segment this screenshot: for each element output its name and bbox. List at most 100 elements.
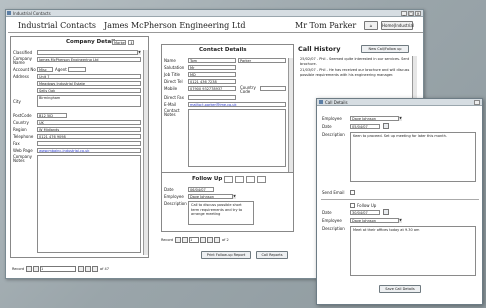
title-bar: Industrial Contacts _ □ × [6,10,423,17]
new-call-button[interactable]: New Call/Follow up [361,45,409,53]
delete-icon[interactable] [257,176,266,183]
fu-date-label: Date [322,210,332,215]
fu-employee-field[interactable]: Dave Johnson [188,194,236,199]
send-email-label: Send Email [322,190,345,195]
chevron-down-icon[interactable]: ▼ [137,50,141,55]
field-label: E-Mail [164,102,177,107]
contact-title: Mr Tom Parker [295,21,357,30]
web-page-field[interactable]: www.mbainc-industrial.co.uk [37,148,141,153]
field-label: Region [13,127,27,132]
follow-up-title: Follow Up [192,176,223,182]
calendar-icon[interactable] [383,123,389,129]
field-label: Telephone [13,134,34,139]
fu-description-field[interactable]: Meet at their offices today at 9.30 am [350,226,476,276]
address2-field[interactable]: Meadows Industrial Estate [37,81,141,86]
fu-date-field[interactable]: 06/04/07 [188,187,214,192]
fu-description-label: Description [322,226,345,231]
country-code-field[interactable] [260,86,286,91]
field-label: Classified [13,50,33,55]
next-record-button[interactable] [200,237,206,243]
date-field[interactable]: 05/04/07 [350,124,380,129]
chevron-down-icon[interactable]: ▼ [398,116,402,121]
fu-description-field[interactable]: Call to discuss possible short term requ… [188,201,254,225]
classified-field[interactable] [37,50,141,55]
address3-field[interactable]: Sells Oak [37,88,141,93]
note-icon[interactable] [235,176,244,183]
fu-description-label: Description [164,201,187,206]
direct-tel-field[interactable]: 0121 436 7238 [188,79,236,84]
follow-up-checkbox[interactable] [350,203,355,208]
close-button[interactable]: × [415,11,421,16]
last-name-field[interactable]: Parker [238,58,286,63]
country-field[interactable]: UK [37,120,141,125]
record-label: Record [12,267,25,271]
record-number-field[interactable]: 1 [40,266,76,272]
record-number-field[interactable]: 1 [189,237,199,243]
direct-fax-field[interactable] [188,95,236,100]
description-field[interactable]: Keen to proceed. Set up meeting for late… [350,132,476,182]
record-label: Record [161,238,174,242]
address1-field[interactable]: Unit 7 [37,74,141,79]
postcode-field[interactable]: B12 5JD [37,113,67,118]
country-code-label: Country Code [240,85,256,94]
header: Industrial Contacts James McPherson Engi… [8,19,423,33]
call-reports-button[interactable]: Call Reports [256,251,288,259]
company-details-title: Company Details [66,39,119,45]
last-record-button[interactable] [207,237,213,243]
app-icon [7,11,11,15]
app-title: Industrial Contacts [18,21,97,30]
fax-field[interactable] [37,141,141,146]
home-button[interactable]: ⌂ [364,21,378,30]
prev-record-button[interactable] [33,266,39,272]
next-record-button[interactable] [78,266,84,272]
follow-up-label: Follow Up [357,203,377,208]
market-toggle[interactable]: ⇕ [128,40,134,45]
field-label: Contact Notes [164,108,180,117]
salutation-field[interactable]: Mr [188,65,236,70]
new-record-button[interactable] [92,266,98,272]
prev-record-button[interactable] [182,237,188,243]
mobile-field[interactable]: 07900 932778937 [188,86,236,91]
calendar-icon[interactable] [224,176,233,183]
first-record-button[interactable] [175,237,181,243]
field-label: Fax [13,141,20,146]
first-record-button[interactable] [26,266,32,272]
market-badge[interactable]: Market [112,40,126,45]
fu-employee-field[interactable]: Dave Johnson [350,218,402,223]
record-count: of 47 [100,267,109,271]
field-label: Direct Tel [164,79,183,84]
maximize-button[interactable]: □ [408,11,414,16]
last-record-button[interactable] [85,266,91,272]
agent-field[interactable] [68,67,86,72]
send-email-checkbox[interactable] [350,190,355,195]
company-name-field[interactable]: James McPherson Engineering Ltd [37,57,141,62]
field-label: PostCode [13,113,32,118]
chevron-down-icon[interactable]: ▼ [398,218,402,223]
company-scrollbar[interactable] [143,50,148,255]
minimize-button[interactable]: _ [401,11,407,16]
field-label: Address [13,74,29,79]
job-title-field[interactable]: MD [188,72,236,77]
print-followup-button[interactable]: Print Follow-up Report [201,251,251,259]
fu-date-field[interactable]: 30/04/07 [350,210,380,215]
employee-field[interactable]: Dave Johnson [350,116,402,121]
region-field[interactable]: W Midlands [37,127,141,132]
city-field[interactable]: Birmingham [37,95,141,107]
email-field[interactable]: mailto:t.parker@jme.co.uk [188,102,286,107]
save-call-details-button[interactable]: Save Call Details [379,285,421,293]
field-label: Job Title [164,72,181,77]
company-notes-field[interactable] [37,155,141,253]
close-button[interactable] [474,100,480,105]
company-title: James McPherson Engineering Ltd [104,21,246,30]
print-icon[interactable] [246,176,255,183]
chevron-down-icon[interactable]: ▼ [232,194,236,199]
field-label: Mobile [164,86,178,91]
calendar-icon[interactable] [383,209,389,215]
telephone-field[interactable]: 0121 476 9098 [37,134,141,139]
contact-notes-field[interactable] [188,109,286,167]
home-industrial-button[interactable]: Home|Industrial [381,21,414,30]
fu-employee-label: Employee [164,194,184,199]
new-record-button[interactable] [214,237,220,243]
account-no-field[interactable]: Misc [37,67,53,72]
first-name-field[interactable]: Tom [188,58,236,63]
